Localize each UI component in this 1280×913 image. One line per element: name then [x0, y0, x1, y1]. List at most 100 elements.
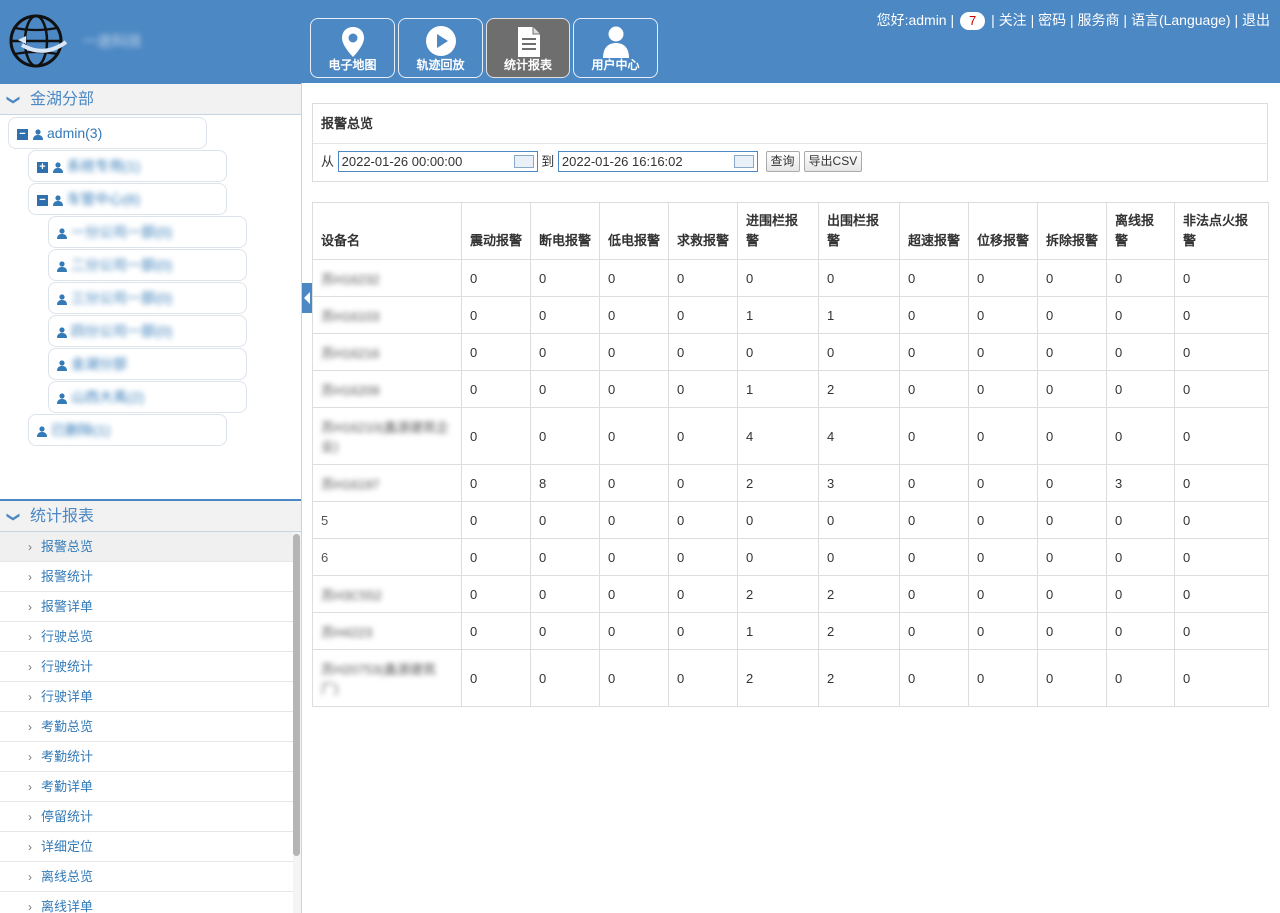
follow-link[interactable]: 关注	[999, 12, 1027, 28]
alarm-count-cell: 0	[461, 501, 531, 539]
calendar-icon[interactable]	[733, 155, 754, 168]
menu-item-attendance-overview[interactable]: › 考勤总览	[0, 712, 293, 742]
alarm-count-cell: 0	[461, 612, 531, 650]
device-name: 6	[321, 549, 329, 565]
menu-item-offline-detail[interactable]: › 离线详单	[0, 892, 293, 913]
alarm-count-cell: 2	[818, 612, 900, 650]
menu-item-attendance-detail[interactable]: › 考勤详单	[0, 772, 293, 802]
logo-text: 一途科技	[82, 33, 143, 50]
start-datetime-input[interactable]: 2022-01-26 00:00:00	[337, 151, 538, 172]
collapse-icon[interactable]: −	[17, 128, 28, 140]
alarm-count-cell: 1	[818, 296, 900, 334]
to-label: 到	[541, 154, 555, 169]
user-icon	[57, 327, 67, 338]
message-badge[interactable]: 7	[960, 12, 986, 30]
device-name-cell: 苏H16216	[312, 333, 462, 371]
alarm-count-cell: 0	[899, 501, 969, 539]
user-icon	[57, 228, 67, 239]
menu-item-stop-stats[interactable]: › 停留统计	[0, 802, 293, 832]
alarm-count-cell: 0	[899, 259, 969, 297]
provider-link[interactable]: 服务商	[1078, 12, 1120, 28]
password-link[interactable]: 密码	[1038, 12, 1066, 28]
end-datetime-value: 2022-01-26 16:16:02	[561, 154, 683, 169]
alarm-count-cell: 0	[968, 538, 1038, 576]
menu-item-offline-overview[interactable]: › 离线总览	[0, 862, 293, 892]
device-name-cell: 6	[312, 538, 462, 576]
nav-playback-button[interactable]: 轨迹回放	[398, 18, 483, 78]
alarm-count-cell: 0	[1174, 407, 1269, 465]
query-title: 报警总览	[313, 104, 1267, 144]
calendar-icon[interactable]	[513, 155, 534, 168]
alarm-count-cell: 0	[599, 538, 669, 576]
map-pin-icon	[341, 27, 364, 57]
tree-node-deleted[interactable]: 已删除(1)	[28, 414, 227, 446]
nav-map-button[interactable]: 电子地图	[310, 18, 395, 78]
user-toolbar: 您好:admin | 7 | 关注 | 密码 | 服务商 | 语言(Langua…	[877, 10, 1270, 30]
alarm-count-cell: 0	[899, 333, 969, 371]
export-csv-button[interactable]: 导出CSV	[803, 151, 863, 172]
alarm-count-cell: 0	[599, 296, 669, 334]
tree-panel-header[interactable]: ❯ 金湖分部	[0, 83, 301, 115]
menu-item-alarm-overview[interactable]: › 报警总览	[0, 532, 293, 562]
user-icon	[53, 195, 63, 206]
alarm-count-cell: 0	[968, 464, 1038, 502]
alarm-count-cell: 0	[818, 501, 900, 539]
chevron-right-icon: ›	[28, 750, 32, 764]
separator: |	[950, 12, 955, 28]
language-link[interactable]: 语言(Language)	[1131, 12, 1231, 28]
alarm-count-cell: 0	[461, 538, 531, 576]
menu-item-drive-detail[interactable]: › 行驶详单	[0, 682, 293, 712]
alarm-count-cell: 0	[968, 649, 1038, 707]
chevron-down-icon: ❯	[6, 511, 22, 523]
table-row: 苏H16197 0 8 0 0 2 3 0 0 0 3 0	[312, 464, 1269, 502]
search-button[interactable]: 查询	[765, 151, 800, 172]
alarm-count-cell: 0	[899, 575, 969, 613]
collapse-icon[interactable]: −	[37, 194, 48, 206]
device-name-cell: 苏H16197	[312, 464, 462, 502]
alarm-count-cell: 0	[1174, 259, 1269, 297]
alarm-count-cell: 0	[1037, 501, 1107, 539]
tree-node-sub[interactable]: 山西大禹(2)	[48, 381, 247, 413]
logout-link[interactable]: 退出	[1242, 12, 1270, 28]
alarm-count-cell: 0	[599, 333, 669, 371]
tree-node-sub[interactable]: 金湖分部	[48, 348, 247, 380]
separator: |	[1030, 12, 1035, 28]
alarm-count-cell: 0	[530, 296, 600, 334]
tree-node-sub[interactable]: 三分公司一部(0)	[48, 282, 247, 314]
col-header: 非法点火报警	[1174, 202, 1269, 260]
device-name-cell: 苏H3C552	[312, 575, 462, 613]
alarm-count-cell: 0	[461, 259, 531, 297]
tree-node-admin[interactable]: − admin(3)	[8, 117, 207, 149]
alarm-count-cell: 2	[818, 649, 900, 707]
tree-node-system[interactable]: + 系统专用(1)	[28, 150, 227, 182]
globe-logo-icon	[9, 14, 68, 68]
menu-item-drive-overview[interactable]: › 行驶总览	[0, 622, 293, 652]
tree-node-sub[interactable]: 一分公司一部(0)	[48, 216, 247, 248]
col-header: 进围栏报警	[737, 202, 819, 260]
alarm-count-cell: 0	[968, 612, 1038, 650]
chevron-down-icon: ❯	[6, 94, 22, 106]
nav-user-button[interactable]: 用户中心	[573, 18, 658, 78]
menu-item-alarm-stats[interactable]: › 报警统计	[0, 562, 293, 592]
menu-item-alarm-detail[interactable]: › 报警详单	[0, 592, 293, 622]
menu-scrollbar-thumb[interactable]	[293, 534, 300, 856]
tree-node-sub[interactable]: 四分公司一部(0)	[48, 315, 247, 347]
alarm-count-cell: 0	[1106, 575, 1175, 613]
menu-item-detail-location[interactable]: › 详细定位	[0, 832, 293, 862]
nav-report-button[interactable]: 统计报表	[486, 18, 570, 78]
device-name-cell: 苏H16232	[312, 259, 462, 297]
menu-item-drive-stats[interactable]: › 行驶统计	[0, 652, 293, 682]
end-datetime-input[interactable]: 2022-01-26 16:16:02	[557, 151, 758, 172]
alarm-count-cell: 0	[461, 464, 531, 502]
table-row: 苏H20753(鑫源建筑厂) 0 0 0 0 2 2 0 0 0 0 0	[312, 649, 1269, 707]
from-label: 从	[321, 154, 335, 169]
menu-item-attendance-stats[interactable]: › 考勤统计	[0, 742, 293, 772]
alarm-count-cell: 0	[668, 464, 738, 502]
user-icon	[53, 162, 63, 173]
alarm-count-cell: 0	[599, 612, 669, 650]
expand-icon[interactable]: +	[37, 161, 48, 173]
report-panel-header[interactable]: ❯ 统计报表	[0, 500, 301, 532]
alarm-count-cell: 2	[818, 370, 900, 408]
tree-node-sub[interactable]: 二分公司一部(0)	[48, 249, 247, 281]
tree-node-center[interactable]: − 车管中心(6)	[28, 183, 227, 215]
